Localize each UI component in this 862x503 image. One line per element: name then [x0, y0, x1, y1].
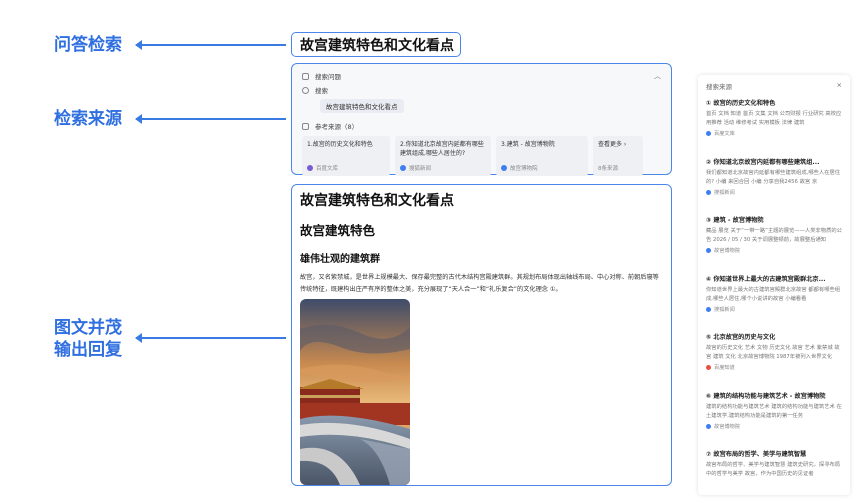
sidebar-title: 搜索来源	[706, 83, 732, 91]
view-more-count: 8条来源	[598, 166, 618, 172]
source-card[interactable]: 2.你知道北京故宫内延都有哪些建筑组成,哪些人居住的? 搜狐新闻	[395, 136, 491, 176]
query-box: 故宫建筑特色和文化看点	[291, 32, 461, 57]
forbidden-city-image	[300, 299, 410, 485]
sidebar-source-name: 百度文库	[714, 131, 735, 137]
source-logo-icon	[706, 423, 711, 429]
callout-image-text-line2: 输出回复	[54, 340, 122, 360]
source-card-source: 搜狐新闻	[409, 166, 432, 172]
sidebar-source-title: ⑤ 北京故宫的历史与文化	[706, 334, 776, 341]
sidebar-source-item[interactable]: ① 故宫的历史文化和特色 首页 文档 知道 首页 文集 文档 公司财报 行业研究…	[706, 98, 842, 157]
search-source-panel: 搜索问题 ︿ 搜索 故宫建筑特色和文化看点 参考来源（8） 1.故宫的历史文化和…	[291, 63, 672, 176]
sources-icon	[302, 122, 309, 130]
source-card-meta: 百度文库	[307, 164, 338, 172]
callout-qa-search: 问答检索	[54, 35, 122, 55]
search-label: 搜索	[315, 87, 328, 95]
sidebar-source-name: 故宫博物院	[714, 248, 740, 254]
callout-arrow-answer	[135, 333, 286, 343]
sidebar-source-name: 百度知道	[714, 365, 735, 371]
view-more-label: 查看更多 ›	[598, 141, 627, 148]
sidebar-source-item[interactable]: ⑥ 建筑的结构功能与建筑艺术 - 故宫博物院 建筑的结构功能与建筑艺术 建筑的结…	[706, 391, 842, 450]
source-logo-icon	[400, 165, 406, 171]
view-more-meta: 8条来源	[598, 164, 618, 172]
source-card-title: 3.建筑 - 故宫博物院	[501, 141, 555, 148]
answer-heading: 故宫建筑特色	[300, 223, 376, 238]
sidebar-source-desc: 我们都知道北京故宫内延都有哪些建筑组成,哪些人在居住的? 小编 来回合回 小编 …	[706, 169, 841, 185]
query-text: 故宫建筑特色和文化看点	[300, 38, 454, 54]
source-logo-icon	[501, 165, 507, 171]
search-panel-header[interactable]: 搜索问题 ︿	[302, 69, 661, 83]
source-logo-icon	[706, 306, 711, 312]
sidebar-source-item[interactable]: ② 你知道北京故宫内延都有哪些建筑组... 我们都知道北京故宫内延都有哪些建筑组…	[706, 157, 842, 216]
sidebar-source-title: ① 故宫的历史文化和特色	[706, 100, 776, 107]
sidebar-source-desc: 你知道世界上最大的古建筑宫殿群北京故宫 都都有哪些组成,哪些人居住,哪个小说讲的…	[706, 286, 841, 302]
source-card[interactable]: 1.故宫的历史文化和特色 百度文库	[302, 136, 390, 176]
sidebar-source-desc: 故宫的历史文化 艺术 文物 历史文化 故宫 艺术 紫禁城 故宫 建筑 文化 北京…	[706, 345, 840, 360]
search-question-icon	[302, 72, 309, 80]
sidebar-source-name: 搜狐新闻	[714, 306, 735, 313]
sidebar-source-item[interactable]: ③ 建筑 - 故宫博物院 藏品 展览 关于“一带一路”主题的展览——人类非物质的…	[706, 215, 842, 274]
source-card-title: 2.你知道北京故宫内延都有哪些建筑组成,哪些人居住的?	[400, 141, 484, 157]
sources-row: 参考来源（8）	[302, 119, 661, 133]
search-status-icon	[302, 86, 309, 94]
source-cards: 1.故宫的历史文化和特色 百度文库 2.你知道北京故宫内延都有哪些建筑组成,哪些…	[302, 136, 661, 176]
callout-image-text-line1: 图文并茂	[54, 318, 122, 338]
callout-image-text: 图文并茂 输出回复	[54, 317, 122, 361]
source-card-meta: 搜狐新闻	[400, 164, 431, 172]
source-logo-icon	[706, 365, 711, 370]
close-icon[interactable]: ×	[837, 81, 842, 91]
sidebar-source-meta: 搜狐新闻	[706, 189, 842, 196]
source-card-title: 1.故宫的历史文化和特色	[307, 141, 373, 148]
sidebar-source-desc: 藏品 展览 关于“一带一路”主题的展览——人类非物质的公告 2026 / 05 …	[706, 228, 842, 243]
sidebar-source-title: ③ 建筑 - 故宫博物院	[706, 217, 764, 224]
sidebar-header: 搜索来源 ×	[706, 81, 842, 91]
sidebar-source-meta: 百度文库	[706, 130, 842, 137]
source-logo-icon	[706, 189, 711, 195]
sidebar-source-title: ② 你知道北京故宫内延都有哪些建筑组...	[706, 158, 820, 166]
sidebar-source-meta: 搜狐新闻	[706, 306, 842, 313]
sidebar-source-name: 故宫博物院	[714, 423, 740, 430]
answer-paragraph: 故宫，又名紫禁城，是世界上规模最大、保存最完整的古代木结构宫殿建筑群。其规划布局…	[300, 274, 659, 293]
search-panel-header-label: 搜索问题	[315, 73, 341, 81]
view-more-card[interactable]: 查看更多 › 8条来源	[593, 136, 643, 176]
callout-search-source: 检索来源	[54, 109, 122, 129]
callout-arrow-qa	[135, 40, 286, 50]
sidebar-source-item[interactable]: ⑤ 北京故宫的历史与文化 故宫的历史文化 艺术 文物 历史文化 故宫 艺术 紫禁…	[706, 332, 842, 391]
sidebar-source-item[interactable]: ⑦ 故宫布局的哲学、美学与建筑智慧 故宫布局的哲学、美学与建筑智慧 建筑史研究，…	[706, 449, 842, 495]
source-card-source: 百度文库	[316, 166, 339, 172]
sidebar-source-meta: 百度知道	[706, 364, 842, 371]
answer-subheading: 雄伟壮观的建筑群	[300, 254, 380, 265]
sidebar-source-meta: 故宫博物院	[706, 423, 842, 430]
sidebar-source-desc: 首页 文档 知道 首页 文集 文档 公司财报 行业研究 高校应用推荐 活动 维修…	[706, 111, 842, 126]
sidebar-source-title: ⑦ 故宫布局的哲学、美学与建筑智慧	[706, 451, 807, 458]
sidebar-source-name: 搜狐新闻	[714, 189, 735, 196]
answer-panel: 故宫建筑特色和文化看点 故宫建筑特色 雄伟壮观的建筑群 故宫，又名紫禁城，是世界…	[291, 184, 672, 486]
sidebar-source-item[interactable]: ④ 你知道世界上最大的古建筑宫殿群北京... 你知道世界上最大的古建筑宫殿群北京…	[706, 274, 842, 333]
source-logo-icon	[307, 165, 313, 171]
sidebar-source-desc: 故宫布局的哲学、美学与建筑智慧 建筑史研究，探寻布局中的哲学与美学 故宫，作为中…	[706, 462, 841, 477]
source-card-source: 故宫博物院	[510, 166, 538, 172]
sidebar-source-title: ⑥ 建筑的结构功能与建筑艺术 - 故宫博物院	[706, 392, 826, 400]
source-logo-icon	[706, 248, 711, 253]
collapse-chevron-icon[interactable]: ︿	[654, 71, 661, 81]
sidebar-source-desc: 建筑的结构功能与建筑艺术 建筑的结构功能与建筑艺术 在土建筑学,建筑结构功能是建…	[706, 403, 842, 419]
source-card[interactable]: 3.建筑 - 故宫博物院 故宫博物院	[496, 136, 588, 176]
sources-label: 参考来源（8）	[315, 123, 359, 131]
answer-title: 故宫建筑特色和文化看点	[300, 193, 454, 209]
source-card-meta: 故宫博物院	[501, 164, 538, 172]
callout-arrow-source	[135, 114, 286, 124]
search-sources-sidebar: 搜索来源 × ① 故宫的历史文化和特色 首页 文档 知道 首页 文集 文档 公司…	[698, 75, 850, 495]
search-query-chip: 故宫建筑特色和文化看点	[320, 99, 404, 113]
forbidden-city-photo	[300, 299, 410, 485]
sidebar-source-title: ④ 你知道世界上最大的古建筑宫殿群北京...	[706, 275, 826, 283]
sidebar-source-meta: 故宫博物院	[706, 247, 842, 254]
search-row: 搜索	[302, 83, 661, 97]
source-logo-icon	[706, 131, 711, 136]
